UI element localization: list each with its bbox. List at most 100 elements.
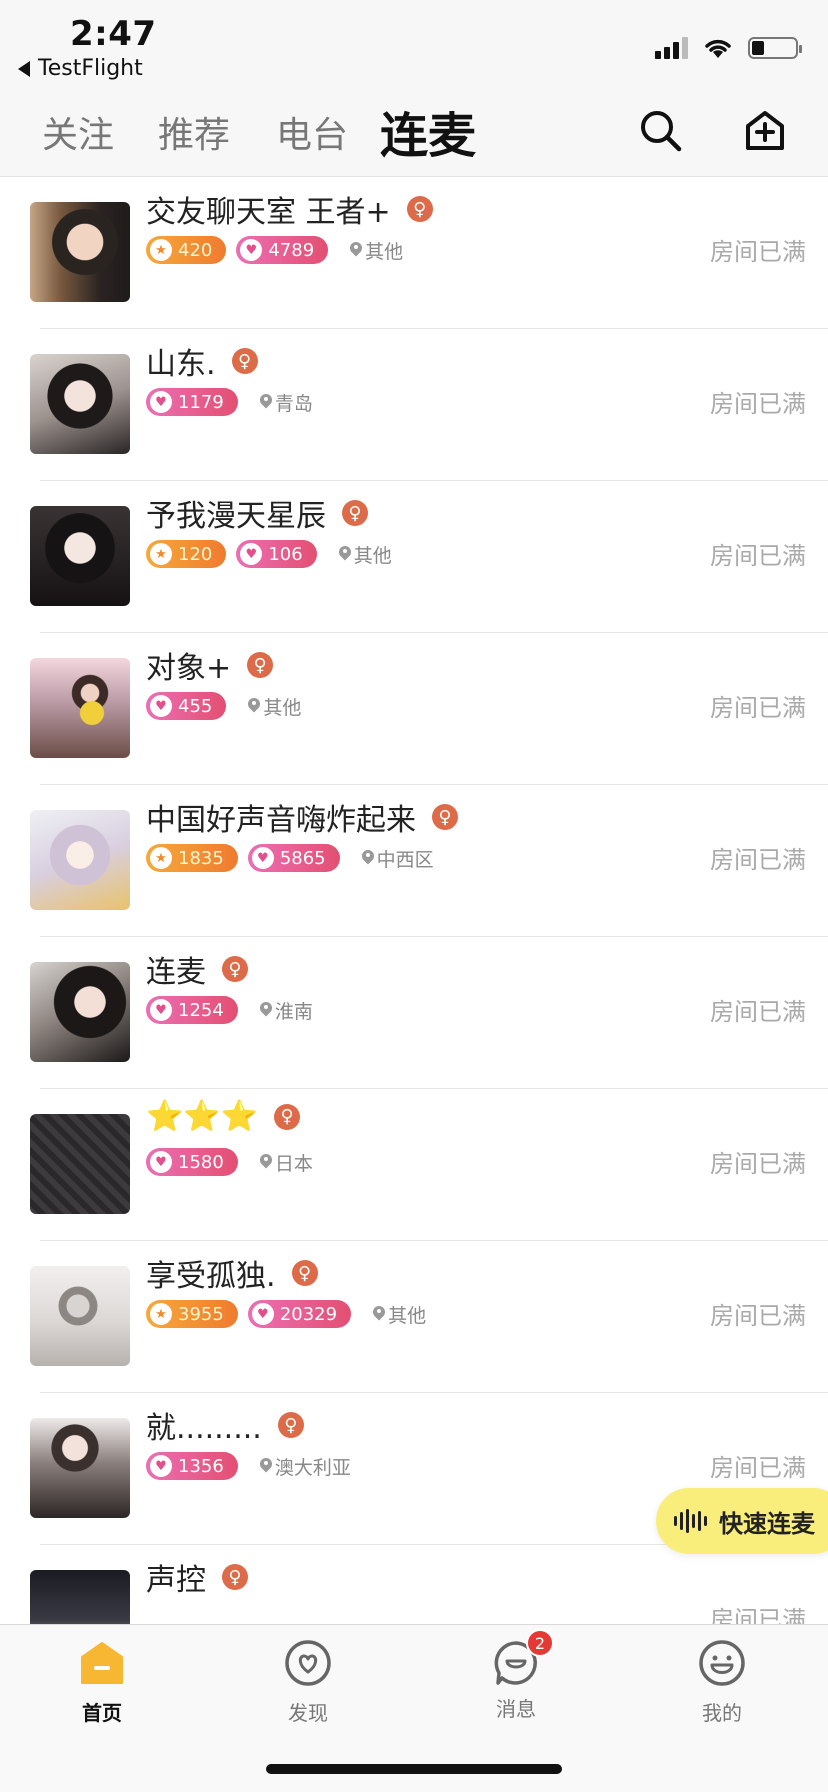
- heart-icon: ♥: [251, 847, 274, 869]
- location: 青岛: [260, 389, 313, 416]
- location: 其他: [350, 237, 403, 264]
- message-icon-wrap: 2: [492, 1629, 554, 1687]
- room-avatar: [30, 962, 130, 1062]
- room-avatar: [30, 1418, 130, 1518]
- level-badge: ★ 1835: [146, 844, 238, 872]
- room-avatar: [30, 810, 130, 910]
- room-row[interactable]: 中国好声音嗨炸起来 ♀ ★ 1835 ♥ 5865 中西区 房间已满: [0, 785, 828, 937]
- room-row[interactable]: 交友聊天室 王者+ ♀ ★ 420 ♥ 4789 其他 房间已满: [0, 177, 828, 329]
- location-text: 青岛: [274, 392, 313, 415]
- room-avatar: [30, 506, 130, 606]
- profile-smile-icon: [699, 1640, 745, 1686]
- app-screen: 2:47 TestFlight 关注 推荐 电台 连麦 交友聊天室 王者+ ♀ …: [0, 0, 828, 1792]
- room-row[interactable]: 连麦 ♀ ♥ 1254 淮南 房间已满: [0, 937, 828, 1089]
- room-badges: ♥ 1356 澳大利亚: [146, 1452, 351, 1480]
- status-time: 2:47: [70, 14, 157, 54]
- crown-icon: ★: [150, 1303, 172, 1325]
- status-bar: 2:47 TestFlight: [0, 0, 828, 90]
- bottom-tab-discover[interactable]: 发现: [258, 1639, 358, 1726]
- female-icon: ♀: [432, 804, 458, 830]
- room-row[interactable]: 对象+ ♀ ♥ 455 其他 房间已满: [0, 633, 828, 785]
- quick-connect-button[interactable]: 快速连麦: [656, 1488, 828, 1554]
- room-avatar: [30, 1266, 130, 1366]
- room-title-text: 就.........: [146, 1411, 262, 1446]
- heart-icon: ♥: [150, 1455, 172, 1477]
- female-icon: ♀: [277, 1412, 304, 1438]
- back-to-testflight[interactable]: TestFlight: [18, 56, 143, 81]
- room-row[interactable]: 享受孤独. ♀ ★ 3955 ♥ 20329 其他 房间已满: [0, 1241, 828, 1393]
- room-row[interactable]: ⭐⭐⭐ ♀ ♥ 1580 日本 房间已满: [0, 1089, 828, 1241]
- heart-value: 5865: [279, 847, 326, 869]
- heart-badge: ♥ 1179: [146, 388, 238, 416]
- room-avatar: [30, 202, 130, 302]
- level-value: 1835: [178, 847, 224, 869]
- room-badges: ★ 1835 ♥ 5865 中西区: [146, 844, 434, 872]
- tab-recommended[interactable]: 推荐: [158, 106, 230, 158]
- heart-icon: ♥: [150, 391, 172, 413]
- location-text: 其他: [263, 696, 302, 719]
- location-text: 中西区: [376, 848, 434, 871]
- home-indicator: [266, 1764, 562, 1774]
- location-pin-icon: [260, 1458, 272, 1474]
- room-badges: ♥ 1254 淮南: [146, 996, 313, 1024]
- room-title-text: 山东.: [146, 347, 216, 382]
- room-row[interactable]: 予我漫天星辰 ♀ ★ 120 ♥ 106 其他 房间已满: [0, 481, 828, 633]
- location: 其他: [248, 693, 301, 720]
- notification-badge: 2: [526, 1629, 554, 1657]
- room-title-text: 交友聊天室 王者+: [146, 195, 391, 230]
- location-pin-icon: [260, 1154, 272, 1170]
- create-room-icon[interactable]: [742, 108, 788, 154]
- heart-badge: ♥ 1254: [146, 996, 238, 1024]
- room-badges: ★ 3955 ♥ 20329 其他: [146, 1300, 426, 1328]
- female-icon: ♀: [406, 196, 433, 222]
- room-avatar: [30, 1114, 130, 1214]
- room-title: 对象+ ♀: [146, 643, 274, 687]
- heart-value: 1356: [178, 1455, 224, 1477]
- tab-radio[interactable]: 电台: [276, 106, 348, 158]
- heart-badge: ♥ 20329: [247, 1300, 352, 1328]
- room-title: 交友聊天室 王者+ ♀: [146, 187, 433, 231]
- quick-connect-label: 快速连麦: [719, 1509, 815, 1538]
- location-text: 其他: [388, 1304, 427, 1327]
- room-row[interactable]: 山东. ♀ ♥ 1179 青岛 房间已满: [0, 329, 828, 481]
- top-tab-bar: 关注 推荐 电台 连麦: [0, 90, 828, 177]
- female-icon: ♀: [247, 652, 274, 678]
- room-status: 房间已满: [710, 390, 806, 418]
- location-pin-icon: [350, 242, 362, 258]
- room-avatar: [30, 354, 130, 454]
- tab-follow[interactable]: 关注: [42, 106, 114, 158]
- heart-icon: ♥: [150, 695, 172, 717]
- bottom-tab-home[interactable]: 首页: [52, 1639, 152, 1726]
- room-status: 房间已满: [710, 694, 806, 722]
- location: 澳大利亚: [260, 1453, 351, 1480]
- back-arrow-icon: [18, 60, 30, 77]
- bottom-tab-profile[interactable]: 我的: [672, 1639, 772, 1726]
- room-title: 中国好声音嗨炸起来 ♀: [146, 795, 458, 839]
- location-text: 其他: [353, 544, 392, 567]
- room-badges: ★ 420 ♥ 4789 其他: [146, 236, 403, 264]
- level-badge: ★ 3955: [146, 1300, 238, 1328]
- location-pin-icon: [260, 394, 272, 410]
- bottom-tab-messages[interactable]: 2 消息: [466, 1629, 566, 1722]
- room-badges: ★ 120 ♥ 106 其他: [146, 540, 392, 568]
- heart-value: 1580: [178, 1151, 224, 1173]
- heart-icon: ♥: [240, 239, 263, 261]
- room-title-text: 声控: [146, 1563, 206, 1598]
- bottom-tab-label: 我的: [702, 1701, 742, 1725]
- heart-badge: ♥ 5865: [247, 844, 340, 872]
- heart-value: 20329: [279, 1303, 338, 1325]
- crown-icon: ★: [150, 847, 172, 869]
- room-title-text: 享受孤独.: [146, 1259, 276, 1294]
- location: 中西区: [362, 845, 434, 872]
- tab-live-connect[interactable]: 连麦: [380, 96, 476, 166]
- heart-badge: ♥ 106: [236, 540, 317, 568]
- room-badges: ♥ 455 其他: [146, 692, 301, 720]
- search-icon[interactable]: [638, 108, 684, 154]
- heart-icon: ♥: [150, 999, 172, 1021]
- room-status: 房间已满: [710, 1302, 806, 1330]
- bottom-tab-label: 消息: [496, 1697, 536, 1721]
- room-status: 房间已满: [710, 542, 806, 570]
- heart-icon: ♥: [251, 1303, 274, 1325]
- room-title: 享受孤独. ♀: [146, 1251, 318, 1295]
- heart-value: 1179: [178, 391, 224, 413]
